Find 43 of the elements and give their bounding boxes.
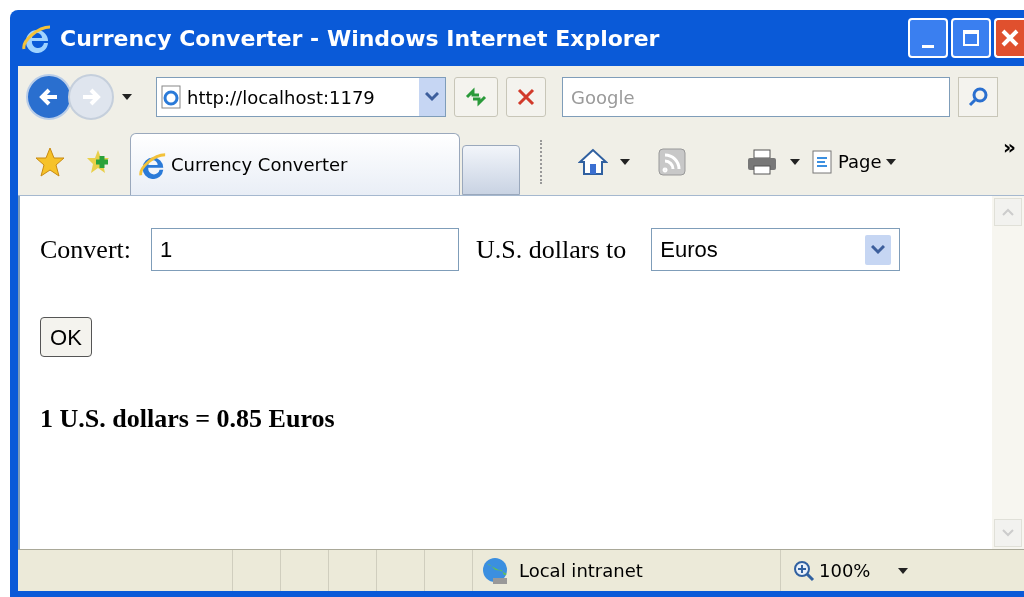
page-menu-button[interactable]: Page bbox=[812, 148, 896, 175]
caret-icon[interactable] bbox=[790, 158, 800, 165]
search-button[interactable] bbox=[958, 77, 998, 117]
stop-button[interactable] bbox=[506, 77, 546, 117]
result-text: 1 U.S. dollars = 0.85 Euros bbox=[40, 403, 336, 435]
refresh-icon bbox=[464, 87, 488, 107]
back-button[interactable] bbox=[26, 74, 72, 120]
search-field[interactable]: Google bbox=[562, 77, 950, 117]
close-button[interactable] bbox=[994, 18, 1024, 58]
dropdown-icon[interactable] bbox=[419, 78, 445, 116]
caret-icon[interactable] bbox=[898, 567, 909, 574]
units-label: U.S. dollars to bbox=[476, 234, 627, 266]
caret-icon[interactable] bbox=[122, 94, 132, 100]
browser-tab[interactable]: Currency Converter bbox=[130, 133, 460, 195]
dropdown-icon[interactable] bbox=[865, 234, 892, 265]
currency-select[interactable]: Euros bbox=[651, 228, 901, 271]
zoom-level[interactable]: 100% bbox=[819, 557, 871, 584]
address-bar[interactable]: http://localhost:1179 bbox=[156, 77, 446, 117]
zoom-icon[interactable] bbox=[793, 559, 815, 582]
star-icon[interactable] bbox=[34, 145, 66, 178]
stop-icon bbox=[517, 88, 535, 106]
refresh-button[interactable] bbox=[454, 77, 498, 117]
page-icon bbox=[812, 149, 834, 174]
more-button[interactable]: » bbox=[1003, 132, 1024, 162]
amount-field[interactable]: 1 bbox=[151, 228, 459, 271]
page-icon bbox=[161, 85, 183, 109]
ok-button[interactable]: OK bbox=[40, 317, 92, 357]
home-icon[interactable] bbox=[578, 147, 608, 176]
maximize-button[interactable] bbox=[951, 18, 991, 58]
caret-icon[interactable] bbox=[620, 158, 630, 165]
search-icon bbox=[968, 87, 988, 107]
ie-logo-icon bbox=[22, 23, 52, 53]
close-icon bbox=[1001, 29, 1019, 47]
feed-icon[interactable] bbox=[658, 147, 686, 176]
minimize-button[interactable] bbox=[908, 18, 948, 58]
caret-icon bbox=[885, 158, 896, 165]
zone-text: Local intranet bbox=[519, 559, 643, 583]
convert-label: Convert: bbox=[40, 234, 131, 266]
currency-value: Euros bbox=[659, 236, 719, 264]
window-title: Currency Converter - Windows Internet Explorer bbox=[60, 24, 660, 53]
print-icon[interactable] bbox=[746, 147, 778, 176]
address-field[interactable]: http://localhost:1179 bbox=[187, 83, 419, 111]
ie-logo-icon bbox=[139, 150, 167, 179]
